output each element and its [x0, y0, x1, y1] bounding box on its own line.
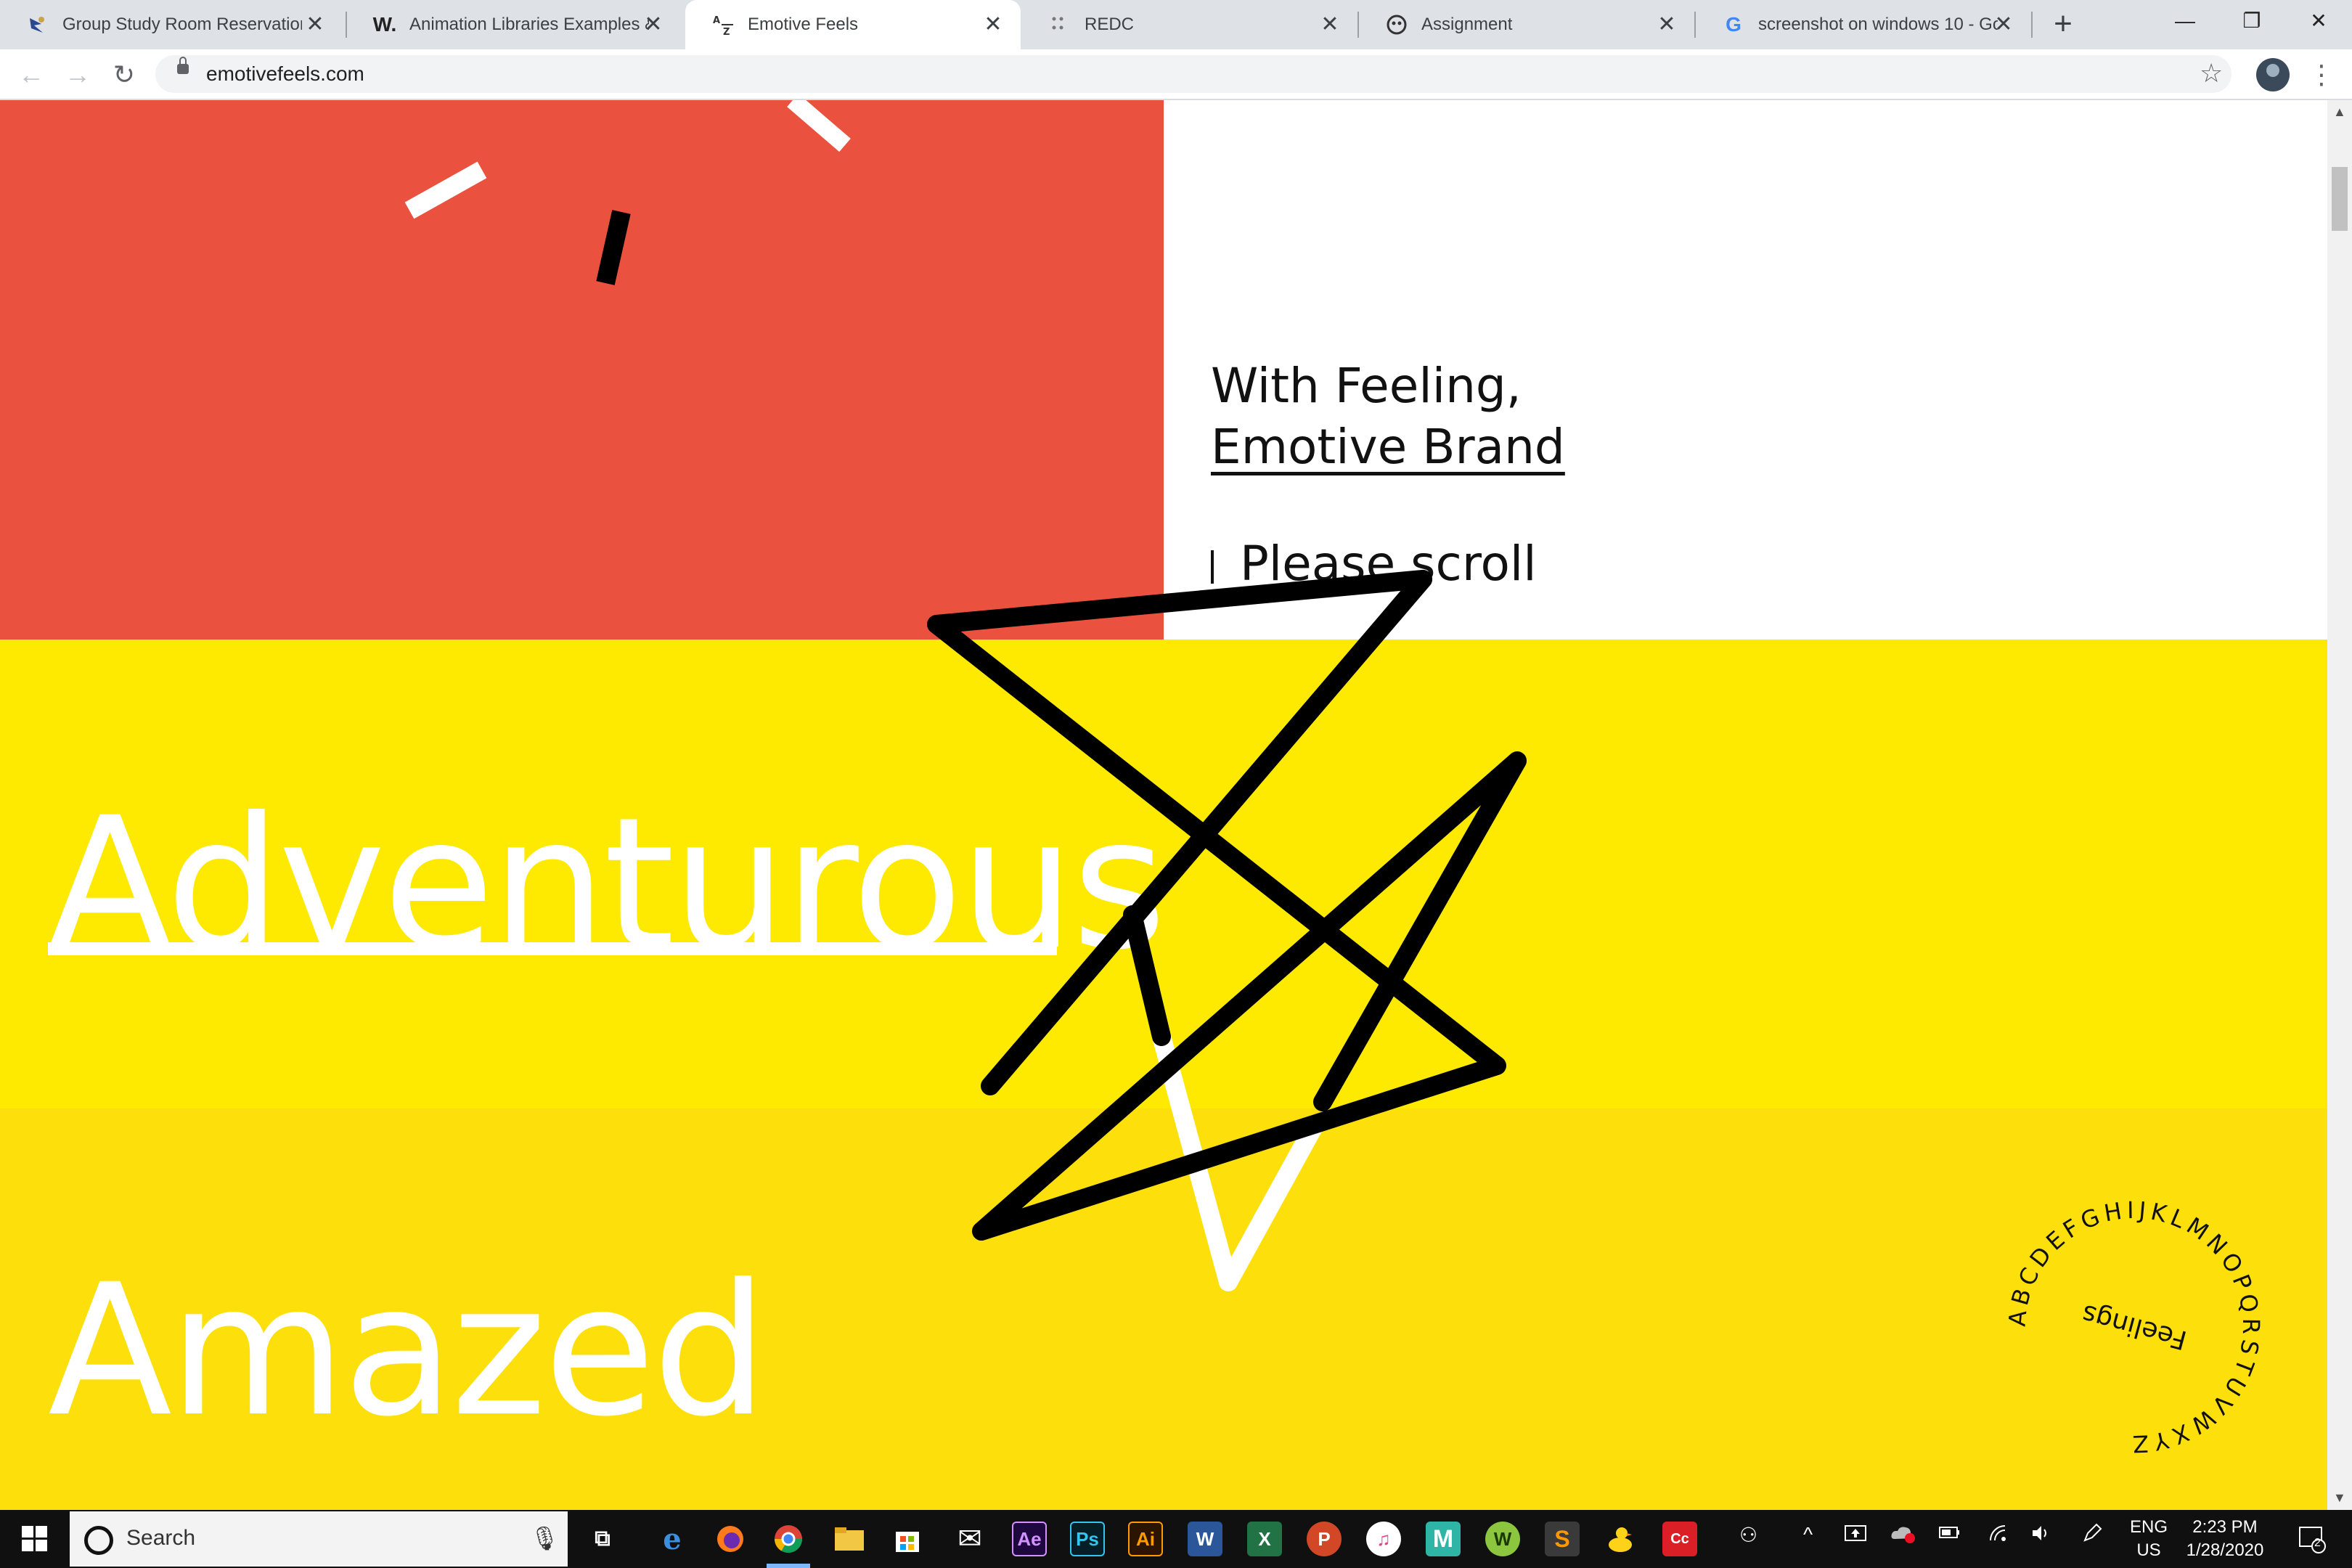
clock-date: 1/28/2020 — [2186, 1540, 2264, 1560]
m-app-icon[interactable]: M — [1426, 1522, 1461, 1556]
notification-count: 2 — [2314, 1537, 2321, 1549]
itunes-icon[interactable]: ♫ — [1366, 1522, 1401, 1556]
search-placeholder: Search — [126, 1526, 196, 1550]
creative-cloud-icon[interactable]: Cc — [1662, 1522, 1697, 1556]
word-icon[interactable]: W — [1188, 1522, 1222, 1556]
az-sort-icon: AZ — [711, 13, 735, 36]
reload-button[interactable]: ↻ — [107, 58, 141, 91]
windows-taskbar: Search 🎙 ⧉ e ✉ Ae Ps Ai W X P ♫ M W S Cc… — [0, 1510, 2352, 1568]
microphone-icon[interactable]: 🎙 — [530, 1524, 560, 1552]
bookmark-star-icon[interactable]: ☆ — [2200, 57, 2223, 90]
lock-icon — [177, 57, 189, 74]
cortana-icon — [84, 1526, 113, 1555]
volume-icon[interactable] — [2030, 1523, 2053, 1548]
tab-emotive-feels[interactable]: AZ Emotive Feels ✕ — [685, 0, 1021, 49]
close-tab-icon[interactable]: ✕ — [303, 13, 327, 36]
upload-tray-icon[interactable] — [1844, 1523, 1867, 1548]
tab-strip: Group Study Room Reservation ✕ W. Animat… — [0, 0, 2352, 49]
tab-title: Assignment — [1421, 15, 1513, 34]
mascot-bird-icon — [26, 13, 49, 36]
dotted-grid-icon — [1048, 13, 1071, 36]
illustrator-icon[interactable]: Ai — [1128, 1522, 1163, 1556]
taskbar-clock[interactable]: 2:23 PM 1/28/2020 — [2171, 1516, 2279, 1562]
emotive-feels-page: With Feeling, Emotive Brand Please scrol… — [0, 100, 2327, 1510]
chrome-icon[interactable] — [771, 1522, 806, 1556]
windows-start-button[interactable] — [22, 1526, 48, 1552]
sublime-icon[interactable]: S — [1545, 1522, 1580, 1556]
tab-title: Emotive Feels — [748, 15, 859, 34]
clock-time: 2:23 PM — [2192, 1517, 2258, 1537]
language-code: ENG — [2129, 1517, 2168, 1537]
url-text: emotivefeels.com — [206, 62, 364, 85]
close-tab-icon[interactable]: ✕ — [642, 13, 665, 36]
after-effects-icon[interactable]: Ae — [1012, 1522, 1047, 1556]
onedrive-error-icon[interactable] — [1890, 1523, 1916, 1548]
store-icon[interactable] — [890, 1522, 925, 1556]
black-scribble-2 — [981, 570, 1432, 1095]
tab-assignment[interactable]: Assignment ✕ — [1359, 0, 1694, 49]
wifi-icon[interactable] — [1988, 1523, 2011, 1548]
tab-divider — [2031, 12, 2033, 38]
photoshop-icon[interactable]: Ps — [1070, 1522, 1105, 1556]
close-tab-icon[interactable]: ✕ — [1655, 13, 1678, 36]
language-indicator[interactable]: ENG US — [2127, 1516, 2171, 1562]
close-tab-icon[interactable]: ✕ — [1318, 13, 1342, 36]
close-tab-icon[interactable]: ✕ — [981, 13, 1005, 36]
scroll-up-icon[interactable]: ▲ — [2333, 105, 2346, 120]
powerpoint-icon[interactable]: P — [1307, 1522, 1342, 1556]
tab-title: Animation Libraries Examples & — [409, 15, 649, 34]
tab-title: REDC — [1085, 15, 1135, 34]
minimize-button[interactable]: — — [2152, 0, 2218, 42]
region-code: US — [2136, 1540, 2161, 1560]
tab-google-search[interactable]: G screenshot on windows 10 - Go ✕ — [1696, 0, 2031, 49]
close-tab-icon[interactable]: ✕ — [1992, 13, 2015, 36]
people-icon[interactable]: ⚇ — [1739, 1523, 1757, 1547]
svg-text:A: A — [713, 15, 720, 26]
svg-text:Z: Z — [723, 27, 730, 36]
page-scrollbar[interactable]: ▲ ▼ — [2327, 100, 2352, 1510]
action-center-icon[interactable]: 2 — [2297, 1523, 2326, 1555]
chrome-active-indicator — [767, 1564, 810, 1568]
restore-button[interactable]: ❐ — [2218, 0, 2285, 42]
file-explorer-icon[interactable] — [832, 1522, 867, 1556]
tab-redc[interactable]: REDC ✕ — [1022, 0, 1357, 49]
tab-animation-libraries[interactable]: W. Animation Libraries Examples & ✕ — [347, 0, 681, 49]
profile-avatar[interactable] — [2256, 58, 2290, 91]
task-view-icon[interactable]: ⧉ — [585, 1522, 620, 1556]
duck-icon[interactable] — [1603, 1522, 1638, 1556]
scroll-down-icon[interactable]: ▼ — [2333, 1490, 2346, 1506]
firefox-icon[interactable] — [713, 1522, 748, 1556]
mail-icon[interactable]: ✉ — [952, 1522, 987, 1556]
black-scribble-3 — [1123, 905, 1171, 1046]
feelings-alphabet-badge[interactable]: ABCDEFGHIJKLMNOPQRSTUVWXYZ Feelings — [1989, 1182, 2279, 1472]
tab-title: Group Study Room Reservation — [62, 15, 302, 34]
address-bar[interactable]: emotivefeels.com — [155, 55, 2231, 93]
google-g-icon: G — [1726, 13, 1741, 36]
excel-icon[interactable]: X — [1247, 1522, 1282, 1556]
scrollbar-thumb[interactable] — [2332, 167, 2348, 231]
forward-button[interactable]: → — [61, 58, 94, 91]
emotive-scribble-lines — [927, 570, 1527, 1291]
w-app-icon[interactable]: W — [1485, 1522, 1520, 1556]
show-hidden-icons-chevron[interactable]: ^ — [1803, 1523, 1813, 1546]
new-tab-button[interactable]: + — [2046, 7, 2081, 42]
edge-icon[interactable]: e — [655, 1522, 690, 1556]
game-controller-icon — [1385, 13, 1408, 36]
tab-title: screenshot on windows 10 - Go — [1758, 15, 1998, 34]
pen-icon[interactable] — [2081, 1523, 2104, 1548]
tab-group-study-room[interactable]: Group Study Room Reservation ✕ — [0, 0, 343, 49]
close-window-button[interactable]: ✕ — [2285, 0, 2352, 42]
browser-toolbar: ← → ↻ emotivefeels.com ☆ ⋮ — [0, 49, 2352, 100]
back-button[interactable]: ← — [15, 58, 48, 91]
taskbar-search-box[interactable]: Search 🎙 — [70, 1511, 568, 1567]
browser-menu-icon[interactable]: ⋮ — [2308, 58, 2335, 91]
battery-icon[interactable] — [1938, 1523, 1961, 1546]
badge-feelings-label: Feelings — [2079, 1299, 2190, 1355]
w-logo-icon: W. — [372, 13, 397, 36]
black-scribble-1 — [927, 570, 1527, 1241]
